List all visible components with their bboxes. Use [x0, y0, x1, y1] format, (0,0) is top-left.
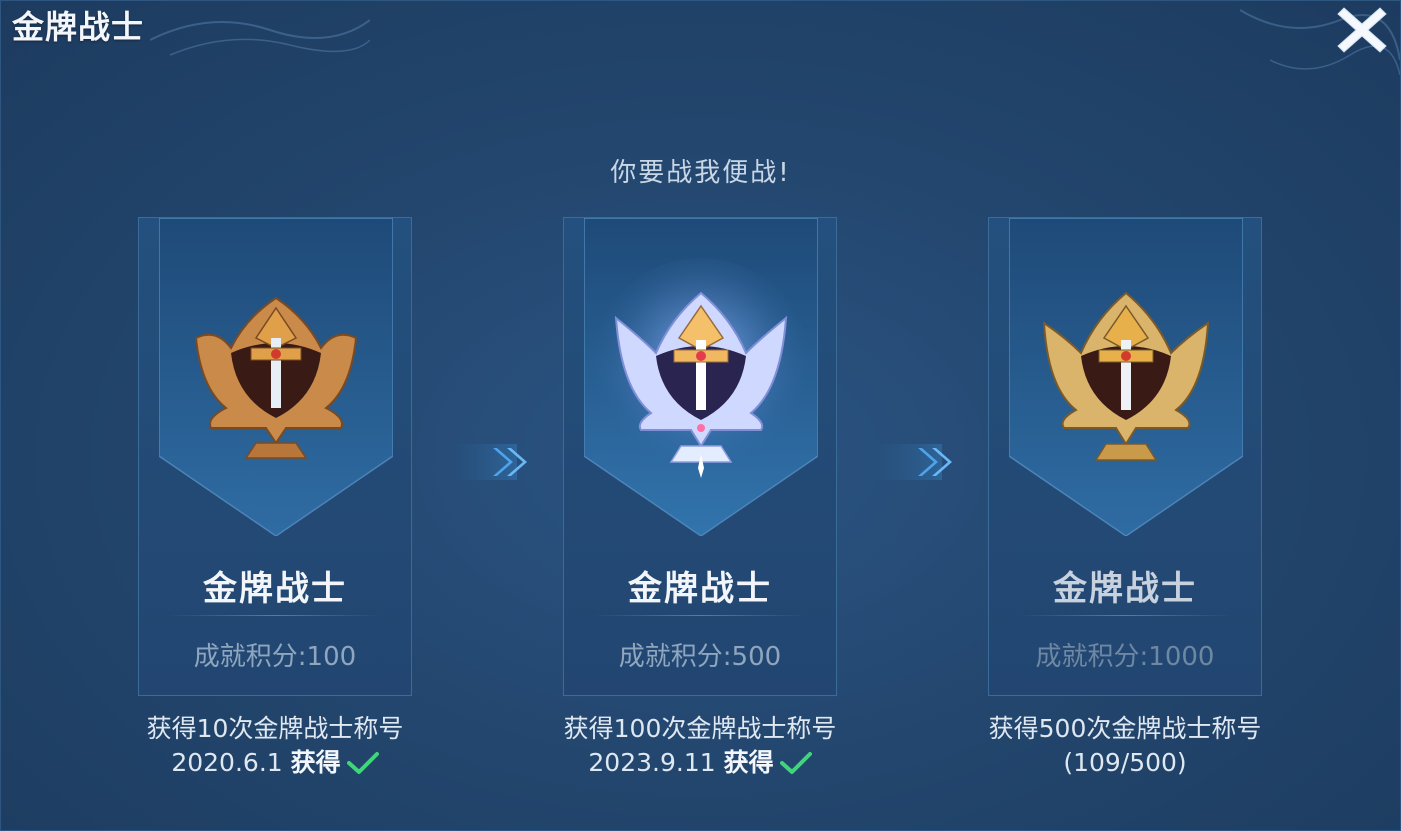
silver-warrior-badge-icon: [614, 291, 788, 478]
requirement-text: 获得10次金牌战士称号: [146, 714, 404, 743]
tier-requirement-2: 获得100次金牌战士称号 2023.9.11 获得: [530, 712, 870, 780]
page-title: 金牌战士: [12, 8, 145, 46]
cloud-swirl-decoration: [150, 19, 370, 56]
tier-name: 金牌战士: [203, 569, 347, 609]
close-icon[interactable]: [1332, 0, 1392, 56]
check-icon: [346, 752, 379, 774]
tier-name: 金牌战士: [628, 569, 772, 609]
achieved-date: 2023.9.11: [588, 748, 716, 777]
tier-name: 金牌战士: [1053, 569, 1197, 609]
tier-card-2[interactable]: 金牌战士 成就积分:500: [563, 217, 837, 696]
double-chevron-right-icon: [447, 444, 527, 480]
tier-requirement-3: 获得500次金牌战士称号 (109/500): [955, 712, 1295, 780]
achieved-label: 获得: [723, 748, 774, 777]
divider: [1019, 615, 1231, 616]
divider: [169, 615, 381, 616]
requirement-text: 获得500次金牌战士称号: [988, 714, 1262, 743]
requirement-text: 获得100次金牌战士称号: [563, 714, 837, 743]
bronze-warrior-badge-icon: [194, 296, 358, 459]
achieved-line: 2023.9.11 获得: [530, 746, 870, 780]
tier-score: 成就积分:500: [618, 642, 782, 672]
achieved-line: 2020.6.1 获得: [105, 746, 445, 780]
tier-score: 成就积分:1000: [1035, 642, 1215, 672]
tier-card-1[interactable]: 金牌战士 成就积分:100: [138, 217, 412, 696]
tier-score: 成就积分:100: [193, 642, 357, 672]
achievement-slogan: 你要战我便战!: [610, 158, 791, 188]
double-chevron-right-icon: [872, 444, 952, 480]
divider: [594, 615, 806, 616]
progress-text: (109/500): [1063, 748, 1187, 777]
achieved-label: 获得: [290, 748, 341, 777]
tier-card-3[interactable]: 金牌战士 成就积分:1000: [988, 217, 1262, 696]
tier-requirement-1: 获得10次金牌战士称号 2020.6.1 获得: [105, 712, 445, 780]
gold-warrior-badge-icon: [1042, 291, 1210, 461]
check-icon: [779, 752, 812, 774]
achieved-date: 2020.6.1: [171, 748, 283, 777]
